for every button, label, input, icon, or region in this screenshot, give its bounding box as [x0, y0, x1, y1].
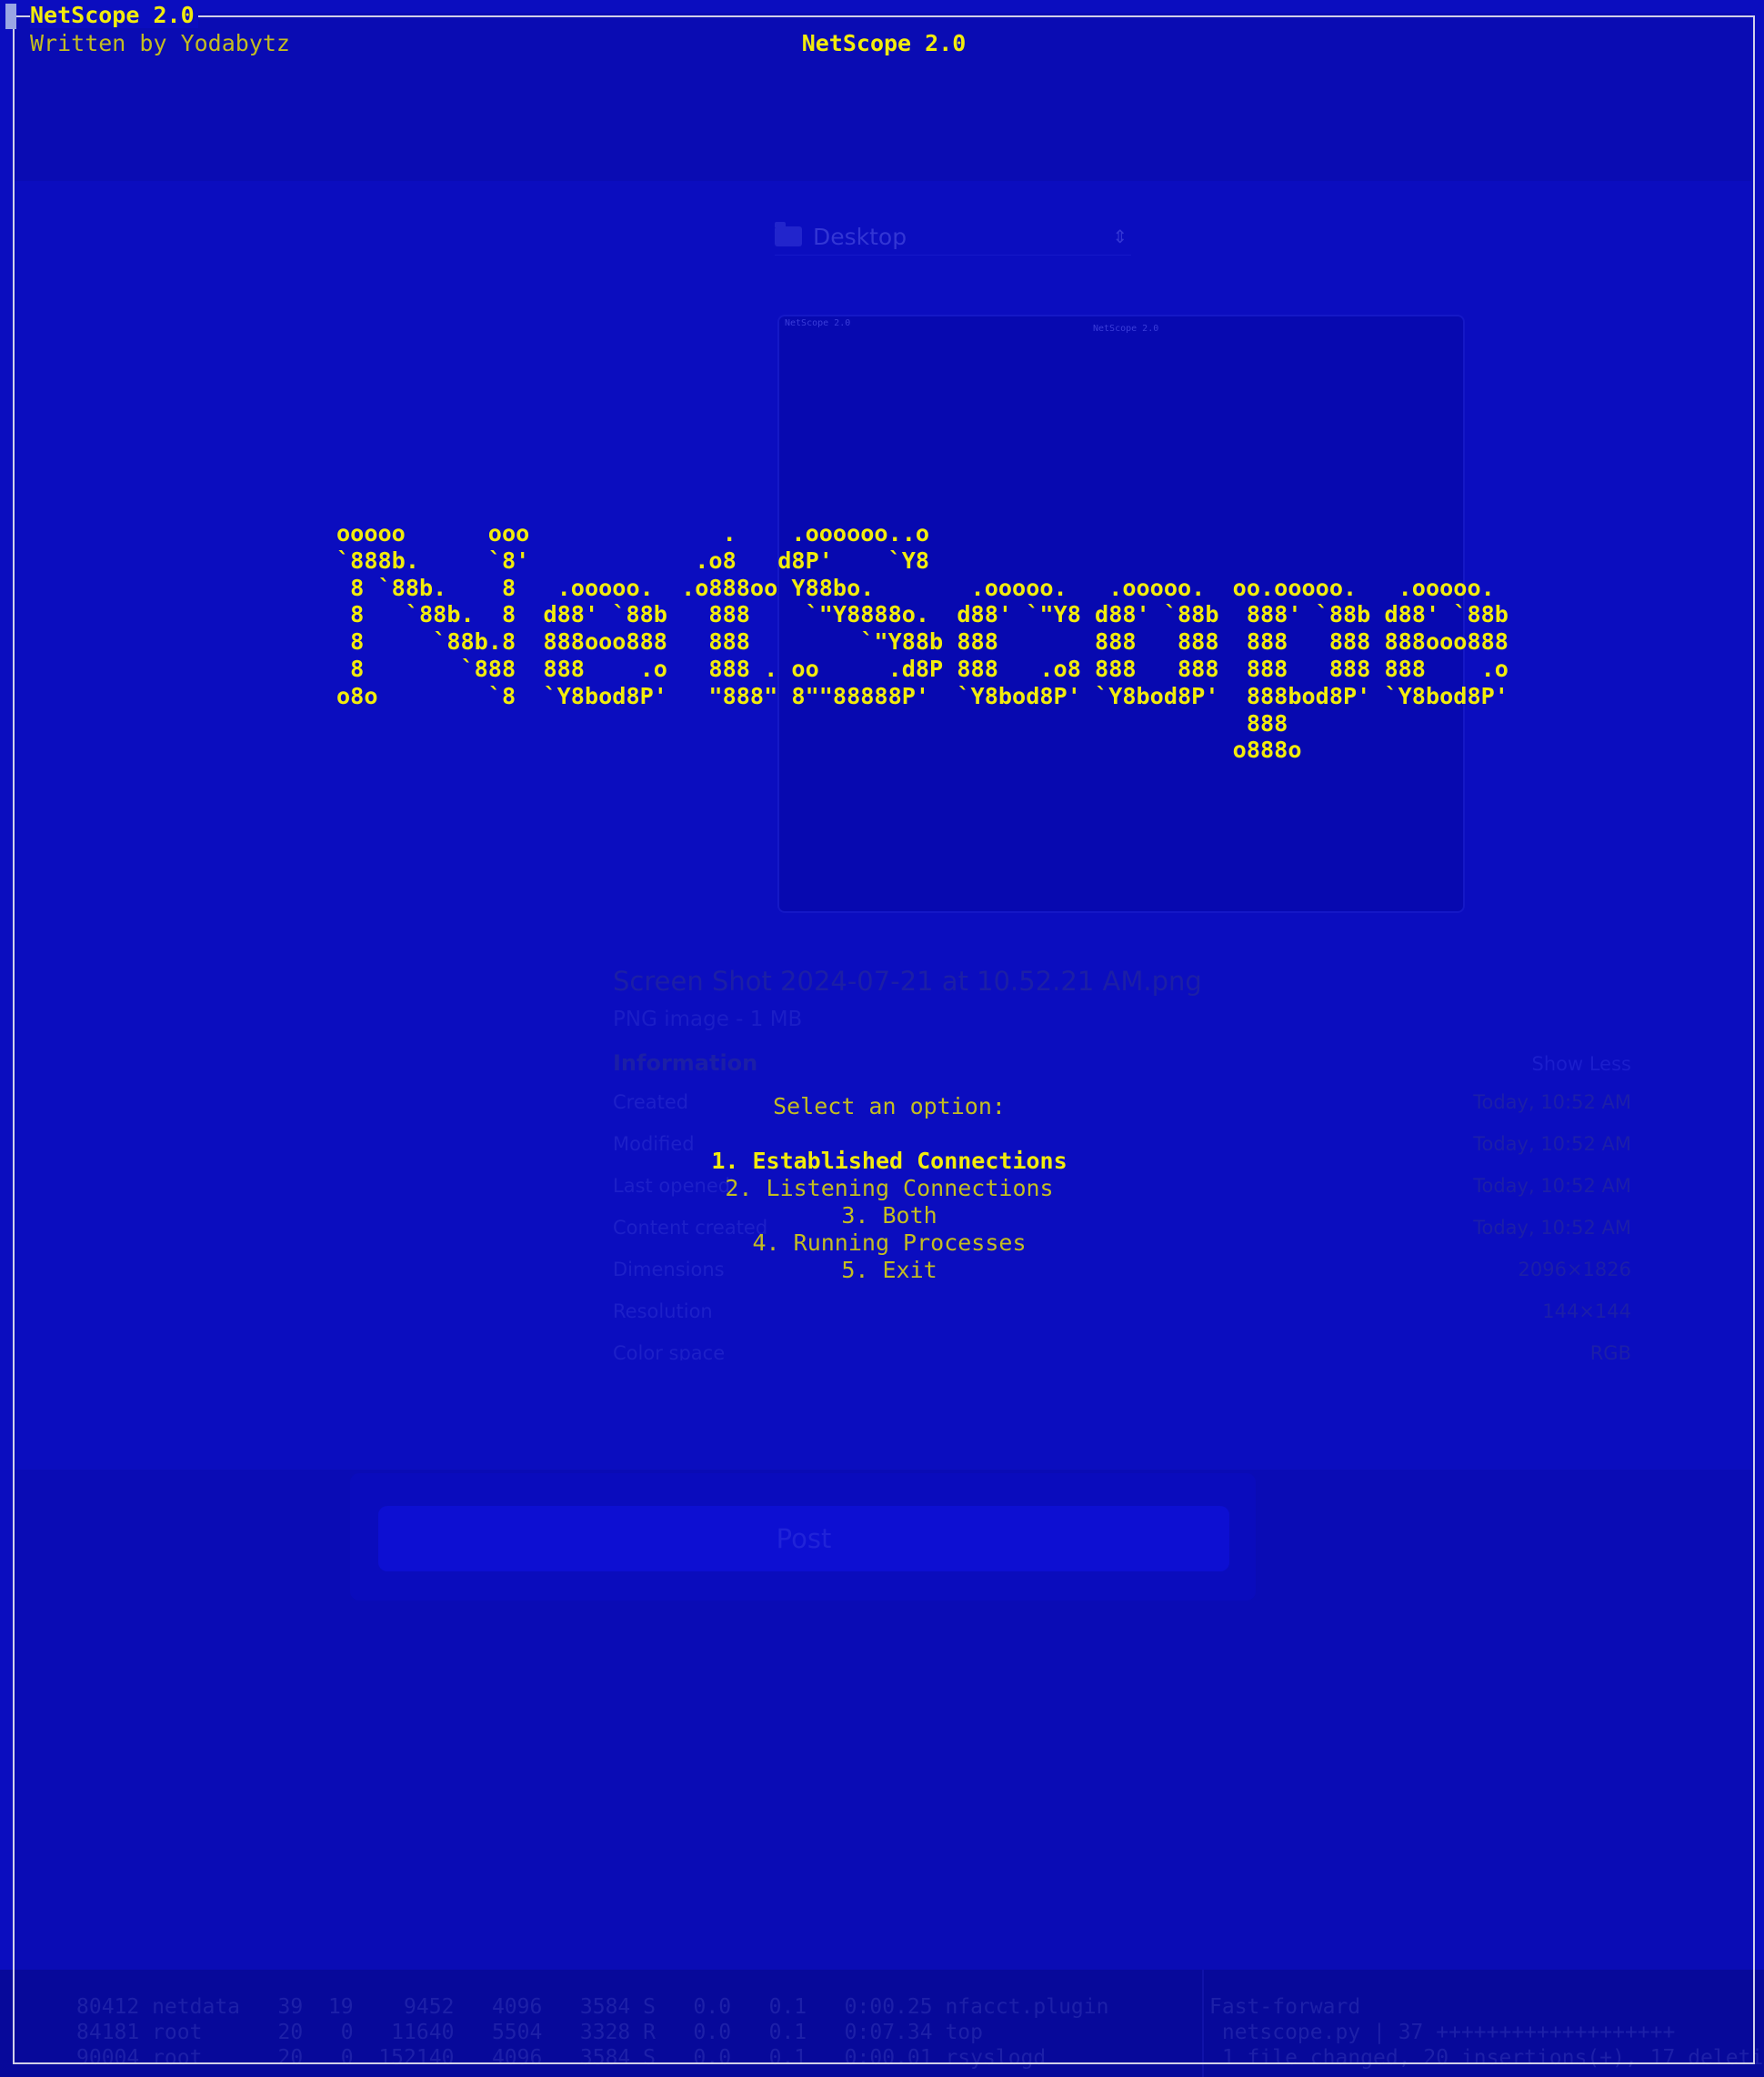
main-menu: 1. Established Connections 2. Listening … — [0, 1148, 1764, 1284]
menu-option-both[interactable]: 3. Both — [841, 1202, 937, 1229]
ascii-banner: ooooo ooo . .oooooo..o `888b. `8' .o8 d8… — [336, 520, 1508, 764]
menu-prompt: Select an option: — [773, 1093, 1006, 1119]
window-title: NetScope 2.0 — [30, 2, 198, 28]
terminal-cursor — [5, 4, 16, 29]
menu-option-established-connections[interactable]: 1. Established Connections — [711, 1148, 1067, 1175]
terminal-border — [13, 15, 1755, 2064]
menu-option-running-processes[interactable]: 4. Running Processes — [752, 1229, 1026, 1257]
menu-option-exit[interactable]: 5. Exit — [841, 1257, 937, 1284]
app-title: NetScope 2.0 — [801, 30, 967, 56]
menu-option-listening-connections[interactable]: 2. Listening Connections — [725, 1175, 1053, 1202]
